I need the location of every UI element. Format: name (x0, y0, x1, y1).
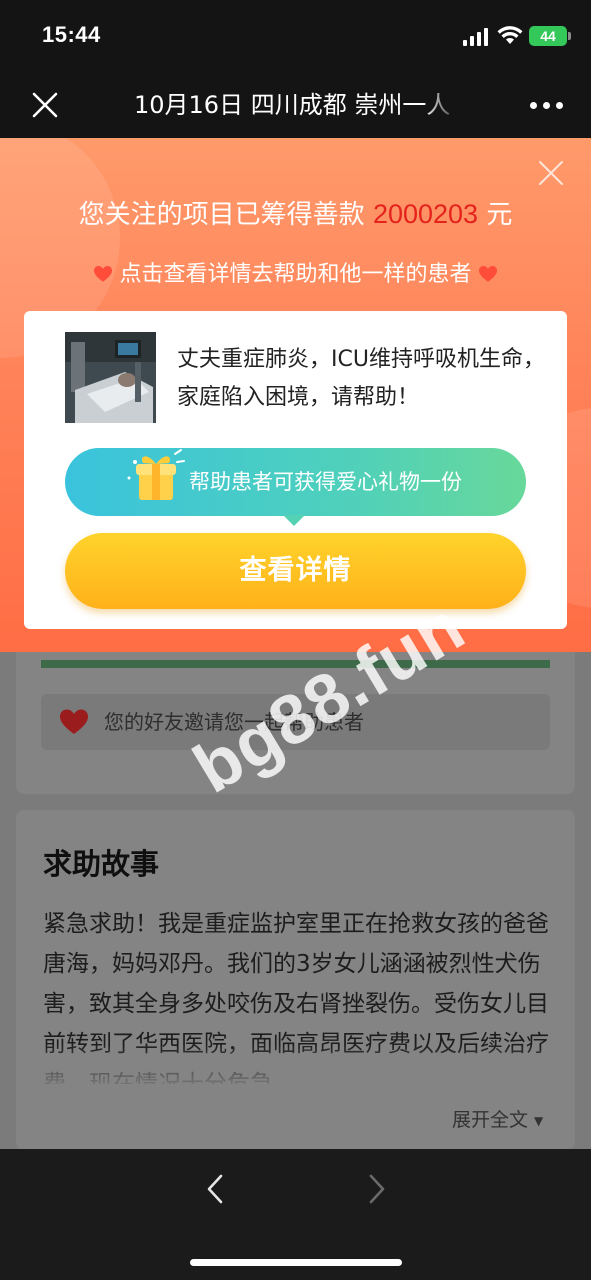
headline-suffix: 元 (478, 200, 513, 230)
case-card: 丈夫重症肺炎，ICU维持呼吸机生命，家庭陷入困境，请帮助！ 帮助患者可获得爱心礼… (24, 311, 567, 629)
raised-amount: 2000203 (372, 199, 479, 229)
gift-box-icon (127, 449, 185, 500)
heart-icon (94, 265, 113, 282)
gift-banner[interactable]: 帮助患者可获得爱心礼物一份 (65, 448, 526, 526)
status-bar: 15:44 44 (0, 0, 591, 72)
raised-amount-headline: 您关注的项目已筹得善款 2000203 元 (0, 194, 591, 235)
gift-text: 帮助患者可获得爱心礼物一份 (189, 470, 462, 494)
donation-popup: 您关注的项目已筹得善款 2000203 元 点击查看详情去帮助和他一样的患者 丈… (0, 138, 591, 652)
subline: 点击查看详情去帮助和他一样的患者 (0, 258, 591, 292)
story-body: 紧急求助！我是重症监护室里正在抢救女孩的爸爸唐海，妈妈邓丹。我们的3岁女儿涵涵被… (43, 911, 549, 1084)
expand-label: 展开全文 (452, 1109, 529, 1131)
back-arrow-icon[interactable] (202, 1173, 228, 1205)
subline-text: 点击查看详情去帮助和他一样的患者 (119, 262, 472, 287)
heart-icon (478, 265, 497, 282)
wifi-icon (497, 26, 523, 44)
triangle-down-icon: ▼ (534, 1113, 544, 1128)
heart-icon (60, 709, 88, 734)
view-details-button[interactable]: 查看详情 (65, 533, 526, 609)
popup-close-icon[interactable] (536, 158, 566, 188)
case-title: 丈夫重症肺炎，ICU维持呼吸机生命，家庭陷入困境，请帮助！ (177, 347, 545, 410)
cellular-signal-icon (463, 28, 489, 46)
battery-icon: 44 (529, 26, 571, 46)
browser-bottom-bar (0, 1149, 591, 1280)
patient-photo (65, 332, 156, 423)
page-title: 10月16日 四川成都 崇州一人 (134, 91, 451, 119)
home-indicator (190, 1259, 402, 1266)
story-title: 求助故事 (43, 847, 160, 881)
status-time: 15:44 (42, 22, 101, 47)
headline-prefix: 您关注的项目已筹得善款 (78, 200, 373, 230)
fundraising-progress-bar (41, 660, 550, 668)
more-options-icon[interactable] (530, 102, 564, 110)
title-bar: 10月16日 四川成都 崇州一人 (0, 72, 591, 138)
expand-full-text-link[interactable]: 展开全文 ▼ (452, 1106, 543, 1135)
forward-arrow-icon[interactable] (364, 1173, 390, 1205)
close-icon[interactable] (30, 90, 60, 120)
